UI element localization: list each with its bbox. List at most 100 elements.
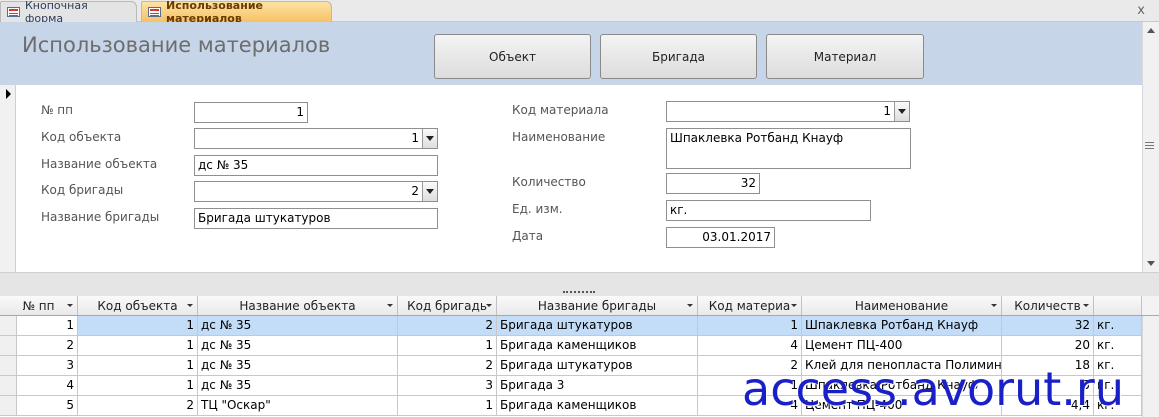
field-label-object-code: Код объекта (41, 130, 122, 144)
material-code-combo[interactable]: 1 (666, 101, 910, 122)
material-code-cell[interactable]: 1 (698, 316, 802, 336)
sort-arrow-icon[interactable] (687, 304, 693, 307)
splitter-handle-icon[interactable] (563, 291, 595, 293)
row-selector[interactable] (0, 336, 17, 356)
table-row[interactable]: 2 1 дс № 35 1 Бригада каменщиков 4 Цемент ПЦ-4… (0, 336, 1142, 356)
brigade-button[interactable]: Бригада (600, 34, 757, 79)
brigade-name-cell[interactable]: Бригада штукатуров (497, 316, 698, 336)
brigade-name-cell[interactable]: Бригада штукатуров (497, 356, 698, 376)
material-code-cell[interactable]: 4 (698, 336, 802, 356)
scroll-down-icon[interactable] (1147, 261, 1155, 266)
brigade-code-cell[interactable]: 3 (398, 376, 497, 396)
object-name-cell[interactable]: ТЦ "Оскар" (198, 396, 398, 416)
row-selector[interactable] (0, 316, 17, 336)
sort-arrow-icon[interactable] (791, 304, 797, 307)
column-header-label: Наименование (854, 298, 949, 313)
number-field[interactable]: 1 (194, 102, 308, 123)
brigade-name-cell[interactable]: Бригада 3 (497, 376, 698, 396)
watermark: access.avorut.ru (742, 362, 1124, 416)
column-header-quantity[interactable]: Количеств (1002, 296, 1094, 315)
field-label-unit: Ед. изм. (512, 202, 563, 216)
row-number-cell[interactable]: 5 (17, 396, 78, 416)
field-label-brigade-code: Код бригады (41, 183, 124, 197)
column-header-brigade-name[interactable]: Название бригады (497, 296, 698, 315)
brigade-name-field[interactable]: Бригада штукатуров (194, 208, 438, 229)
object-name-cell[interactable]: дс № 35 (198, 376, 398, 396)
quantity-cell[interactable]: 20 (1002, 336, 1094, 356)
datasheet-scrollbar[interactable] (1142, 316, 1159, 417)
sort-arrow-icon[interactable] (486, 304, 492, 307)
row-number-cell[interactable]: 2 (17, 336, 78, 356)
column-header-unit[interactable] (1094, 296, 1142, 315)
sort-arrow-icon[interactable] (1083, 304, 1089, 307)
chevron-down-icon[interactable] (894, 102, 909, 121)
quantity-cell[interactable]: 32 (1002, 316, 1094, 336)
row-selector[interactable] (0, 396, 17, 416)
material-name-cell[interactable]: Шпаклевка Ротбанд Кнауф (802, 316, 1002, 336)
row-number-cell[interactable]: 3 (17, 356, 78, 376)
page-title: Использование материалов (22, 33, 331, 57)
column-header-object-name[interactable]: Название объекта (198, 296, 398, 315)
unit-cell[interactable]: кг. (1094, 316, 1142, 336)
material-name-cell[interactable]: Цемент ПЦ-400 (802, 336, 1002, 356)
column-header-material-name[interactable]: Наименование (802, 296, 1002, 315)
object-code-cell[interactable]: 1 (78, 316, 198, 336)
quantity-field[interactable]: 32 (666, 173, 760, 194)
object-name-cell[interactable]: дс № 35 (198, 316, 398, 336)
material-button[interactable]: Материал (766, 34, 924, 79)
object-button[interactable]: Объект (434, 34, 591, 79)
object-name-field[interactable]: дс № 35 (194, 155, 438, 176)
split-form-splitter[interactable] (0, 272, 1159, 296)
material-code-value: 1 (883, 104, 891, 118)
row-number-cell[interactable]: 4 (17, 376, 78, 396)
form-icon (7, 7, 20, 17)
chevron-down-icon[interactable] (422, 182, 437, 201)
row-selector[interactable] (0, 356, 17, 376)
object-code-cell[interactable]: 1 (78, 356, 198, 376)
column-header-label: Количеств (1014, 298, 1081, 313)
brigade-code-cell[interactable]: 2 (398, 316, 497, 336)
column-header-label: Код объекта (97, 298, 178, 313)
column-header-label: Название объекта (239, 298, 356, 313)
unit-cell[interactable]: кг. (1094, 336, 1142, 356)
close-icon[interactable]: x (1137, 3, 1145, 18)
brigade-name-cell[interactable]: Бригада каменщиков (497, 336, 698, 356)
chevron-down-icon[interactable] (422, 129, 437, 148)
field-label-number: № пп (41, 103, 73, 117)
brigade-code-cell[interactable]: 1 (398, 396, 497, 416)
record-selector[interactable] (0, 85, 16, 272)
brigade-code-combo[interactable]: 2 (194, 181, 438, 202)
object-code-combo[interactable]: 1 (194, 128, 438, 149)
object-code-cell[interactable]: 1 (78, 336, 198, 356)
scroll-up-icon[interactable] (1147, 28, 1155, 33)
brigade-name-cell[interactable]: Бригада каменщиков (497, 396, 698, 416)
object-code-cell[interactable]: 1 (78, 376, 198, 396)
row-selector[interactable] (0, 376, 17, 396)
current-record-icon (6, 89, 11, 99)
column-header-brigade-code[interactable]: Код бригадь (398, 296, 497, 315)
column-header-label: Код материа (708, 298, 791, 313)
date-field[interactable]: 03.01.2017 (666, 227, 775, 248)
table-row[interactable]: 1 1 дс № 35 2 Бригада штукатуров 1 Шпаклевка Р… (0, 316, 1142, 336)
form-icon (148, 7, 161, 17)
object-code-cell[interactable]: 2 (78, 396, 198, 416)
brigade-code-cell[interactable]: 1 (398, 336, 497, 356)
field-label-brigade-name: Название бригады (41, 210, 160, 224)
scroll-grip-icon[interactable] (1145, 142, 1154, 149)
datasheet-header: № пп Код объекта Название объекта Код бр… (0, 296, 1159, 316)
object-name-cell[interactable]: дс № 35 (198, 336, 398, 356)
unit-field[interactable]: кг. (666, 200, 871, 221)
column-header-object-code[interactable]: Код объекта (78, 296, 198, 315)
object-name-cell[interactable]: дс № 35 (198, 356, 398, 376)
tab-materials-usage[interactable]: Использование материалов (141, 0, 332, 25)
sort-arrow-icon[interactable] (991, 304, 997, 307)
tab-switchboard[interactable]: Кнопочная форма (0, 0, 137, 25)
material-name-field[interactable]: Шпаклевка Ротбанд Кнауф (666, 128, 911, 169)
brigade-code-cell[interactable]: 2 (398, 356, 497, 376)
sort-arrow-icon[interactable] (187, 304, 193, 307)
row-number-cell[interactable]: 1 (17, 316, 78, 336)
sort-arrow-icon[interactable] (67, 304, 73, 307)
sort-arrow-icon[interactable] (387, 304, 393, 307)
column-header-material-code[interactable]: Код материа (698, 296, 802, 315)
column-header-number[interactable]: № пп (0, 296, 78, 315)
